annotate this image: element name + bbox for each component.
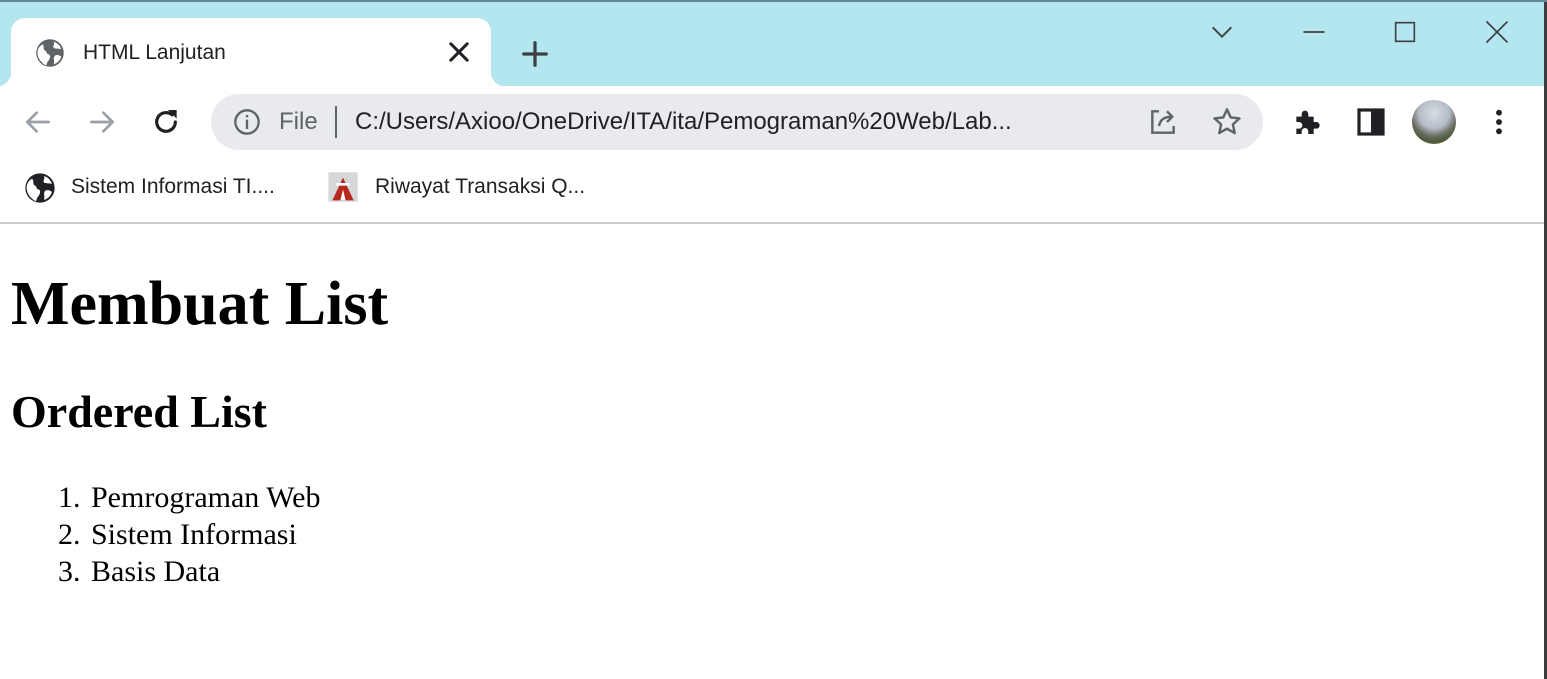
ordered-list: 1. Pemrograman Web 2. Sistem Informasi 3. B…: [0, 479, 320, 590]
omnibox-divider: [335, 106, 337, 138]
tab-strip: HTML Lanjutan: [0, 2, 1544, 86]
browser-toolbar: File C:/Users/Axioo/OneDrive/ITA/ita/Pem…: [0, 86, 1544, 158]
back-arrow-icon[interactable]: [22, 106, 54, 138]
new-tab-icon[interactable]: [520, 39, 550, 69]
info-icon[interactable]: [233, 108, 261, 136]
share-icon[interactable]: [1147, 106, 1179, 138]
bookmark-star-icon[interactable]: [1211, 106, 1243, 138]
url-text[interactable]: C:/Users/Axioo/OneDrive/ITA/ita/Pemogram…: [355, 108, 1012, 136]
list-item-text: Sistem Informasi: [91, 518, 297, 551]
minimize-icon[interactable]: [1300, 18, 1328, 46]
url-scheme-label: File: [279, 108, 318, 135]
list-number: 2.: [58, 518, 81, 551]
extensions-puzzle-icon[interactable]: [1291, 106, 1323, 138]
side-panel-icon[interactable]: [1355, 106, 1387, 138]
globe-icon: [36, 39, 64, 67]
page-content: Membuat List Ordered List 1. Pemrograman …: [0, 224, 1544, 679]
list-item: 2. Sistem Informasi: [0, 516, 320, 553]
browser-window: HTML Lanjutan File C:/Users/Axioo/OneDri…: [0, 0, 1547, 679]
list-item-text: Pemrograman Web: [91, 481, 321, 514]
list-number: 1.: [58, 481, 81, 514]
section-heading: Ordered List: [11, 386, 267, 437]
page-title: Membuat List: [11, 270, 389, 338]
tab-html-lanjutan[interactable]: HTML Lanjutan: [0, 18, 505, 86]
list-item-text: Basis Data: [91, 555, 221, 588]
list-item: 3. Basis Data: [0, 553, 320, 590]
reload-icon[interactable]: [150, 106, 182, 138]
menu-kebab-icon[interactable]: [1483, 106, 1515, 138]
bookmark-label: Riwayat Transaksi Q...: [375, 175, 586, 198]
window-close-icon[interactable]: [1483, 18, 1511, 46]
close-tab-icon[interactable]: [445, 38, 473, 66]
maximize-icon[interactable]: [1391, 18, 1419, 46]
bookmarks-bar: Sistem Informasi TI.... Riwayat Transaks…: [0, 158, 1544, 224]
address-bar[interactable]: File C:/Users/Axioo/OneDrive/ITA/ita/Pem…: [211, 94, 1263, 150]
list-number: 3.: [58, 555, 81, 588]
site-favicon-icon: [328, 172, 358, 202]
globe-icon: [25, 173, 55, 203]
forward-arrow-icon[interactable]: [86, 106, 118, 138]
profile-avatar[interactable]: [1412, 100, 1456, 144]
bookmark-riwayat-transaksi[interactable]: Riwayat Transaksi Q...: [326, 170, 616, 206]
list-item: 1. Pemrograman Web: [0, 479, 320, 516]
bookmark-sistem-informasi[interactable]: Sistem Informasi TI....: [22, 170, 312, 206]
bookmark-label: Sistem Informasi TI....: [71, 175, 275, 198]
tab-search-chevron-icon[interactable]: [1208, 18, 1236, 46]
tab-title: HTML Lanjutan: [83, 41, 226, 64]
